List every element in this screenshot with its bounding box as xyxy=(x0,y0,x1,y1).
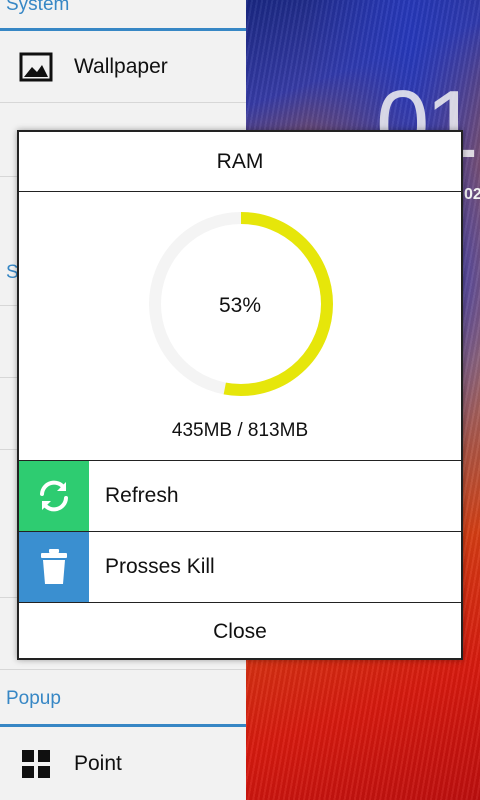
ram-usage-text: 435MB / 813MB xyxy=(171,420,309,441)
ram-gauge: 53% 435MB / 813MB xyxy=(19,192,461,461)
dialog-title: RAM xyxy=(19,132,461,192)
refresh-label: Refresh xyxy=(105,484,179,507)
ram-dialog: RAM 53% 435MB / 813MB Refresh Prosses Ki… xyxy=(17,130,463,660)
process-kill-button[interactable]: Prosses Kill xyxy=(19,532,461,603)
trash-icon xyxy=(19,532,89,602)
refresh-icon xyxy=(19,461,89,531)
refresh-button[interactable]: Refresh xyxy=(19,461,461,532)
process-kill-label: Prosses Kill xyxy=(105,555,215,578)
ram-usage-percent: 53% xyxy=(218,294,262,317)
close-button[interactable]: Close xyxy=(19,603,461,661)
